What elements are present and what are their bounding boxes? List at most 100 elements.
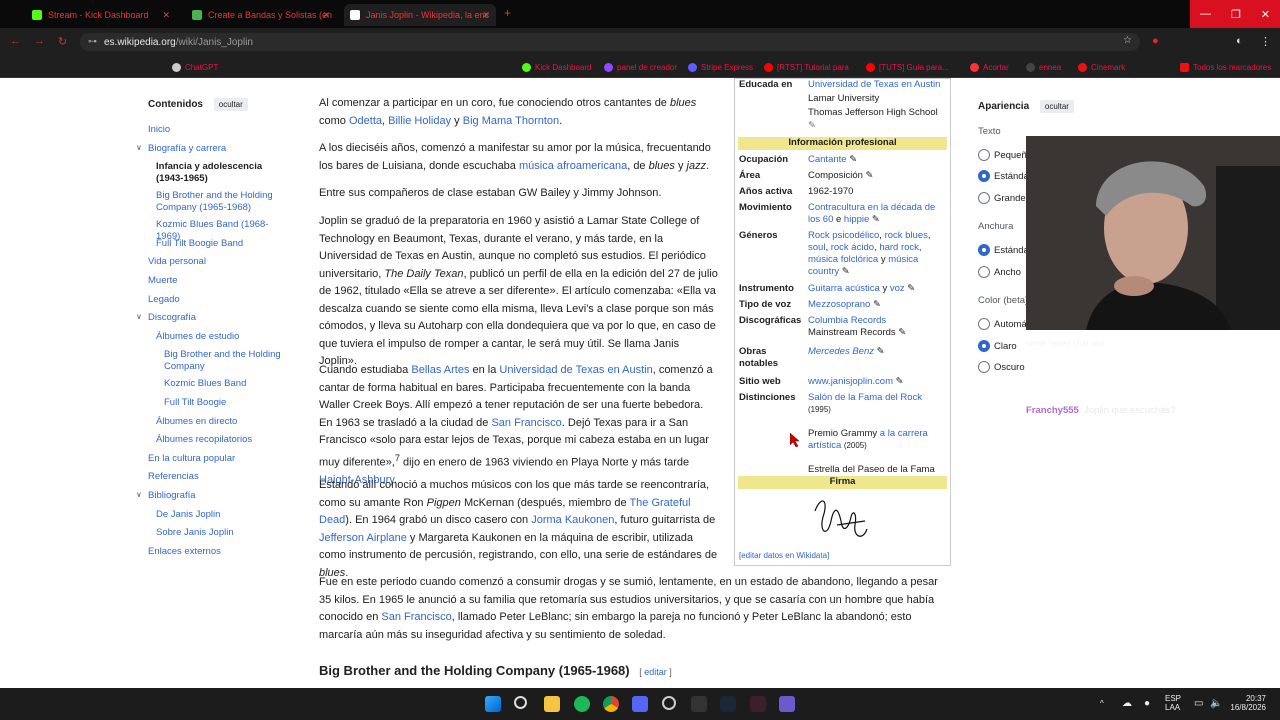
toc-item[interactable]: Big Brother and the Holding Company <box>164 349 290 373</box>
site-info-icon[interactable]: ⊶ <box>88 36 97 47</box>
toc-item[interactable]: De Janis Joplin <box>156 509 290 521</box>
infobox-value[interactable]: Mezzosoprano ✎ <box>808 299 946 311</box>
wiki-link[interactable]: Rock psicodélico <box>808 230 879 241</box>
bookmark-acortar[interactable]: Acortar <box>970 61 1009 73</box>
clock[interactable]: 20:37 16/8/2026 <box>1228 694 1266 712</box>
toc-item[interactable]: Legado <box>148 294 290 306</box>
wiki-link[interactable]: música folclórica <box>808 254 878 265</box>
edit-pencil-icon[interactable]: ✎ <box>808 120 946 132</box>
tab-create-bandas[interactable]: Create a Bandas y Solistas (en ✕ <box>186 4 336 26</box>
chevron-down-icon[interactable]: ∨ <box>136 490 142 499</box>
width-standard-radio[interactable] <box>978 244 990 256</box>
color-auto-radio[interactable] <box>978 318 990 330</box>
text-standard-radio[interactable] <box>978 170 990 182</box>
toc-item[interactable]: Sobre Janis Joplin <box>156 527 290 539</box>
search-icon[interactable] <box>514 696 527 709</box>
close-tab-icon[interactable]: ✕ <box>322 10 330 21</box>
minimize-icon[interactable]: — <box>1200 8 1211 20</box>
wiki-link[interactable]: Contracultura en la década de los 60 <box>808 202 935 225</box>
wiki-link[interactable]: San Francisco <box>381 611 451 623</box>
bookmark-panel-creador[interactable]: panel de creador <box>604 61 677 73</box>
wiki-link[interactable]: rock blues <box>885 230 928 241</box>
obs-icon[interactable] <box>662 696 676 710</box>
toc-item[interactable]: Referencias <box>148 471 290 483</box>
wiki-link[interactable]: Guitarra acústica <box>808 283 880 294</box>
bookmark-stripe[interactable]: Stripe Express <box>688 61 753 73</box>
bookmark-kick-dashboard[interactable]: Kick Dashboard <box>522 61 591 73</box>
text-small-radio[interactable] <box>978 149 990 161</box>
back-icon[interactable]: ← <box>10 35 21 47</box>
infobox-value[interactable]: Mercedes Benz ✎ <box>808 346 946 358</box>
infobox-value[interactable]: Contracultura en la década de los 60 e h… <box>808 202 946 226</box>
start-icon[interactable] <box>485 696 501 712</box>
edit-wikidata-link[interactable]: [editar datos en Wikidata] <box>739 550 829 562</box>
url-input[interactable]: ⊶ es.wikipedia.org/wiki/Janis_Joplin ☆ <box>80 33 1140 51</box>
toc-item[interactable]: Inicio <box>148 124 290 136</box>
wiki-link[interactable]: hippie <box>844 214 869 225</box>
wiki-link[interactable]: www.janisjoplin.com <box>808 376 893 387</box>
infobox-value[interactable]: Composición ✎ <box>808 170 946 182</box>
forward-icon[interactable]: → <box>34 35 45 47</box>
wiki-link[interactable]: hard rock <box>879 242 919 253</box>
wiki-link[interactable]: Salón de la Fama del Rock <box>808 392 922 403</box>
color-dark-radio[interactable] <box>978 361 990 373</box>
edit-section-link[interactable]: editar <box>644 667 667 677</box>
network-icon[interactable]: ▭ <box>1194 698 1203 709</box>
bookmark-star-icon[interactable]: ☆ <box>1123 35 1132 46</box>
spotify-icon[interactable] <box>574 696 590 712</box>
toc-hide-button[interactable]: ocultar <box>213 98 248 111</box>
toc-item[interactable]: Bibliografía <box>148 490 290 502</box>
wiki-link[interactable]: Mezzosoprano <box>808 299 870 310</box>
infobox-value[interactable]: Cantante ✎ <box>808 154 946 166</box>
toc-item[interactable]: Discografía <box>148 312 290 324</box>
infobox-value[interactable]: www.janisjoplin.com ✎ <box>808 376 946 388</box>
infobox-value[interactable]: Universidad de Texas en Austin <box>808 79 946 91</box>
infobox-value[interactable]: Guitarra acústica y voz ✎ <box>808 283 946 295</box>
wiki-link[interactable]: Cantante <box>808 154 847 165</box>
wiki-link[interactable]: Odetta <box>349 115 382 127</box>
bookmark-cinemark[interactable]: Cinemark <box>1078 61 1125 73</box>
toc-item[interactable]: Biografía y carrera <box>148 143 290 155</box>
toc-item[interactable]: Full Tilt Boogie Band <box>156 238 290 250</box>
discord-icon[interactable] <box>632 696 648 712</box>
close-window-icon[interactable]: ✕ <box>1261 8 1270 21</box>
wiki-link[interactable]: a la carrera artística <box>808 428 928 451</box>
reload-icon[interactable]: ↻ <box>58 35 67 48</box>
infobox-value[interactable]: Salón de la Fama del Rock (1995) Premio G… <box>808 392 946 488</box>
file-explorer-icon[interactable] <box>544 696 560 712</box>
wiki-link[interactable]: soul <box>808 242 825 253</box>
text-large-radio[interactable] <box>978 192 990 204</box>
tab-kick-dashboard[interactable]: Stream - Kick Dashboard ✕ <box>26 4 176 26</box>
tray-chevron-icon[interactable]: ^ <box>1100 699 1104 708</box>
toc-item[interactable]: Muerte <box>148 275 290 287</box>
toc-item[interactable]: Álbumes de estudio <box>156 331 290 343</box>
wiki-link[interactable]: The Grateful Dead <box>319 497 691 527</box>
width-wide-radio[interactable] <box>978 266 990 278</box>
wiki-link[interactable]: Billie Holiday <box>388 115 451 127</box>
toc-item[interactable]: En la cultura popular <box>148 453 290 465</box>
wiki-link[interactable]: Columbia Records <box>808 315 886 326</box>
wiki-link[interactable]: Big Mama Thornton <box>463 115 559 127</box>
chevron-down-icon[interactable]: ∨ <box>136 312 142 321</box>
bookmark-all[interactable]: Todos los marcadores <box>1180 61 1271 73</box>
appearance-hide-button[interactable]: ocultar <box>1039 100 1074 113</box>
extension-icon[interactable]: ● <box>1152 35 1159 47</box>
color-light-radio[interactable] <box>978 340 990 352</box>
bookmark-ennea[interactable]: ennea <box>1026 61 1061 73</box>
volume-icon[interactable]: 🔈 <box>1210 698 1222 709</box>
toc-item[interactable]: Kozmic Blues Band <box>164 378 290 390</box>
wiki-link[interactable]: Mercedes Benz <box>808 346 874 357</box>
toc-item[interactable]: Vida personal <box>148 256 290 268</box>
wiki-link[interactable]: música afroamericana <box>519 160 627 172</box>
wiki-link[interactable]: San Francisco <box>491 417 561 429</box>
menu-icon[interactable]: ⋮ <box>1260 35 1271 48</box>
new-tab-button[interactable]: + <box>504 6 511 20</box>
infobox-value[interactable]: Columbia Records Mainstream Records ✎ <box>808 315 946 339</box>
toc-item[interactable]: Enlaces externos <box>148 546 290 558</box>
epic-games-icon[interactable] <box>691 696 707 712</box>
language-indicator[interactable]: ESP LAA <box>1165 694 1181 712</box>
app-icon[interactable] <box>750 696 766 712</box>
wiki-link[interactable]: Jefferson Airplane <box>319 532 407 544</box>
bookmark-tuts[interactable]: [TUTS] Guía para... <box>866 61 949 73</box>
steam-icon[interactable] <box>720 696 736 712</box>
